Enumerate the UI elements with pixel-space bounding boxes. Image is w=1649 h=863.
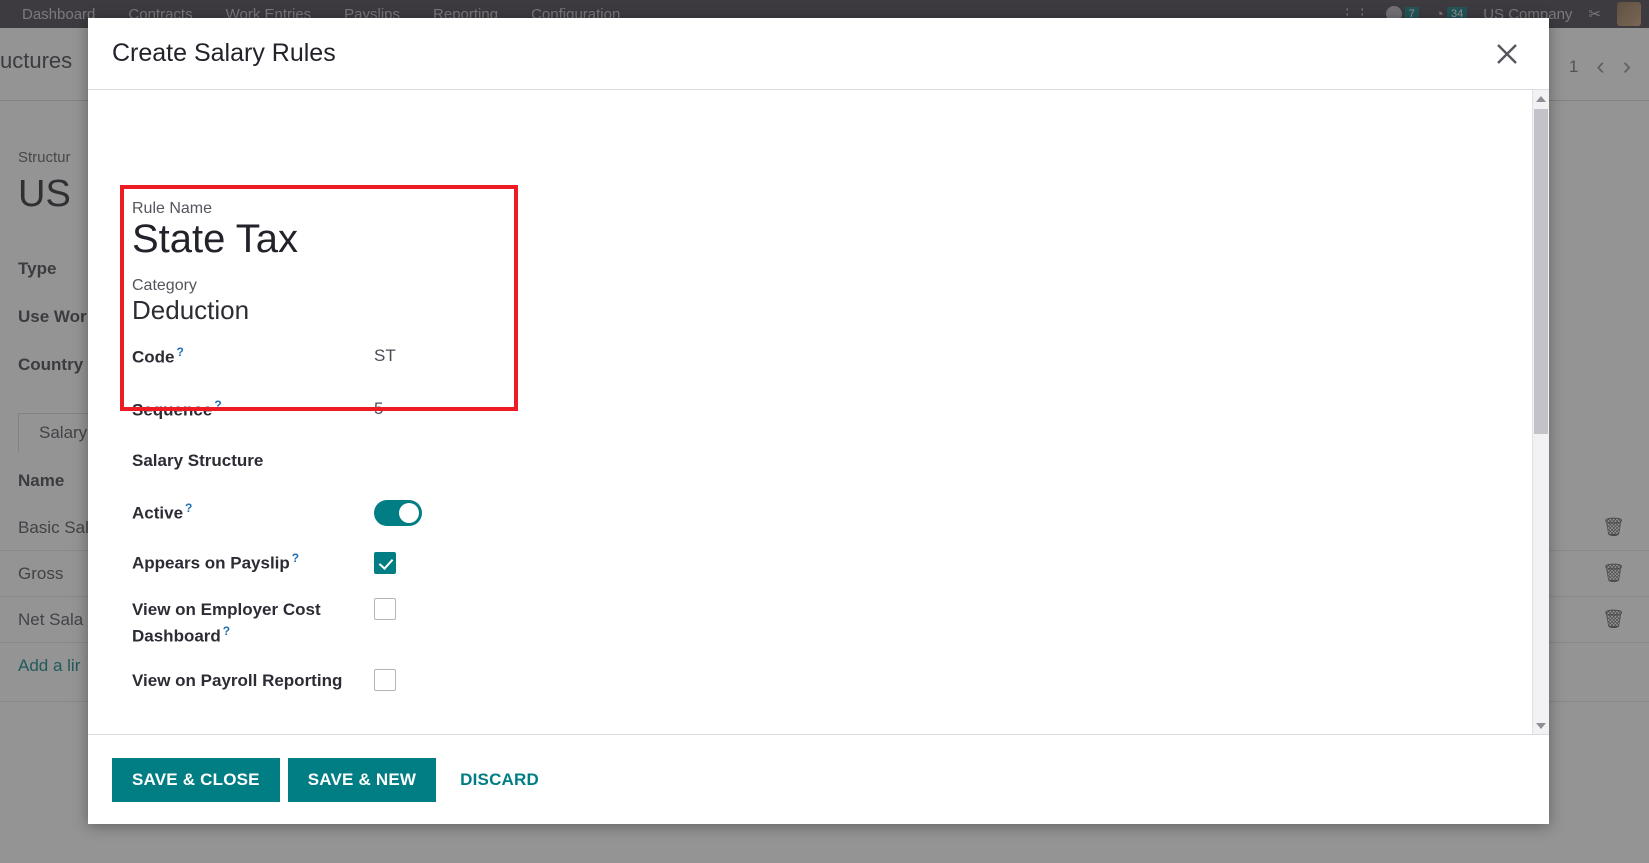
payroll-reporting-checkbox[interactable] bbox=[374, 669, 396, 692]
help-icon[interactable]: ? bbox=[185, 501, 192, 515]
help-icon[interactable]: ? bbox=[292, 551, 299, 565]
active-toggle[interactable] bbox=[374, 499, 422, 526]
rule-name-input[interactable]: State Tax bbox=[132, 217, 1472, 261]
save-and-new-button[interactable]: SAVE & NEW bbox=[287, 757, 437, 802]
sequence-input[interactable]: 5 bbox=[374, 397, 383, 422]
sequence-label: Sequence? bbox=[132, 397, 222, 420]
employer-cost-dashboard-checkbox[interactable] bbox=[374, 598, 396, 621]
close-icon[interactable] bbox=[1487, 34, 1527, 74]
help-icon[interactable]: ? bbox=[177, 345, 184, 359]
help-icon[interactable]: ? bbox=[214, 398, 221, 412]
rule-name-label: Rule Name bbox=[132, 200, 213, 217]
active-label: Active? bbox=[132, 500, 193, 523]
code-input[interactable]: ST bbox=[374, 344, 396, 369]
scroll-up-arrow-icon[interactable] bbox=[1533, 90, 1549, 107]
category-input[interactable]: Deduction bbox=[132, 295, 1472, 326]
code-label: Code? bbox=[132, 345, 184, 368]
salary-structure-label: Salary Structure bbox=[132, 450, 264, 470]
employer-cost-dashboard-label: View on Employer Cost Dashboard? bbox=[132, 600, 321, 646]
scroll-down-arrow-icon[interactable] bbox=[1533, 717, 1549, 734]
save-and-close-button[interactable]: SAVE & CLOSE bbox=[112, 757, 280, 802]
appears-on-payslip-label: Appears on Payslip? bbox=[132, 550, 300, 573]
dialog-body: Rule Name State Tax Category Deduction C… bbox=[88, 90, 1549, 734]
scrollbar-thumb[interactable] bbox=[1534, 109, 1548, 434]
dialog-body-scroll-area: Rule Name State Tax Category Deduction C… bbox=[88, 90, 1533, 734]
appears-on-payslip-checkbox[interactable] bbox=[374, 552, 396, 575]
dialog-header: Create Salary Rules bbox=[88, 18, 1549, 90]
category-label: Category bbox=[132, 277, 197, 295]
vertical-scrollbar[interactable] bbox=[1532, 90, 1549, 734]
payroll-reporting-label: View on Payroll Reporting bbox=[132, 671, 343, 691]
discard-button[interactable]: DISCARD bbox=[444, 758, 559, 802]
create-salary-rules-dialog: Create Salary Rules Rule Name State Tax … bbox=[88, 18, 1549, 824]
salary-rule-form: Rule Name State Tax Category Deduction C… bbox=[132, 200, 1472, 694]
dialog-title: Create Salary Rules bbox=[112, 39, 336, 67]
help-icon[interactable]: ? bbox=[223, 624, 230, 638]
dialog-footer: SAVE & CLOSE SAVE & NEW DISCARD bbox=[88, 734, 1549, 824]
